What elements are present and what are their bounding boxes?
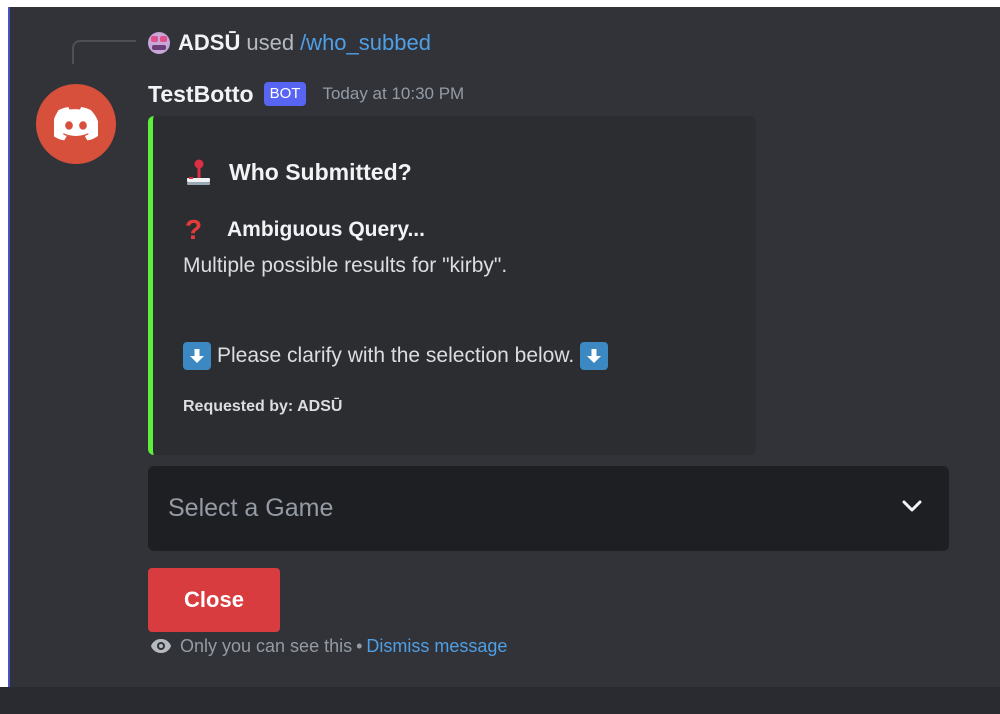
- embed-field-name-text: Ambiguous Query...: [227, 218, 425, 241]
- embed-clarify-text: Please clarify with the selection below.: [217, 344, 575, 367]
- ephemeral-text: Only you can see this: [180, 635, 353, 656]
- bot-tag-badge: BOT: [263, 82, 307, 106]
- eye-icon: [150, 638, 172, 654]
- reply-context[interactable]: ADSŪ used /who_subbed: [148, 27, 431, 59]
- select-placeholder: Select a Game: [168, 494, 334, 522]
- embed-clarify-line: Please clarify with the selection below.: [183, 342, 609, 370]
- game-select-dropdown[interactable]: Select a Game: [148, 466, 949, 551]
- dismiss-message-link[interactable]: Dismiss message: [366, 636, 507, 657]
- message-embed: Who Submitted? ? Ambiguous Query... Mult…: [148, 116, 756, 455]
- reply-connector: [72, 40, 136, 64]
- embed-field-value: Multiple possible results for "kirby".: [183, 254, 508, 277]
- close-button[interactable]: Close: [148, 568, 280, 632]
- embed-title: Who Submitted?: [185, 158, 412, 186]
- embed-title-text: Who Submitted?: [229, 158, 412, 185]
- discord-logo-icon: [54, 107, 98, 141]
- bot-username[interactable]: TestBotto: [148, 81, 254, 108]
- arrow-down-icon: [183, 342, 211, 370]
- bot-avatar[interactable]: [36, 84, 116, 164]
- separator-dot: •: [356, 635, 363, 656]
- slash-command-link[interactable]: /who_subbed: [300, 30, 431, 56]
- reply-used-text: used: [246, 30, 295, 55]
- arrow-down-icon: [580, 342, 609, 370]
- ephemeral-notice: Only you can see this • Dismiss message: [150, 632, 507, 660]
- bottom-strip: [0, 687, 1000, 714]
- embed-footer: Requested by: ADSŪ: [183, 398, 343, 415]
- question-icon: ?: [185, 214, 203, 245]
- embed-field-name: ? Ambiguous Query...: [185, 216, 425, 244]
- user-avatar-icon[interactable]: [148, 32, 170, 54]
- message-timestamp[interactable]: Today at 10:30 PM: [322, 84, 464, 104]
- message-header: TestBotto BOT Today at 10:30 PM: [148, 76, 464, 112]
- joystick-icon: [185, 158, 211, 186]
- reply-username[interactable]: ADSŪ: [178, 30, 240, 56]
- chevron-down-icon: [901, 499, 923, 518]
- screenshot-frame: ADSŪ used /who_subbed TestBotto BOT Toda…: [0, 0, 1000, 714]
